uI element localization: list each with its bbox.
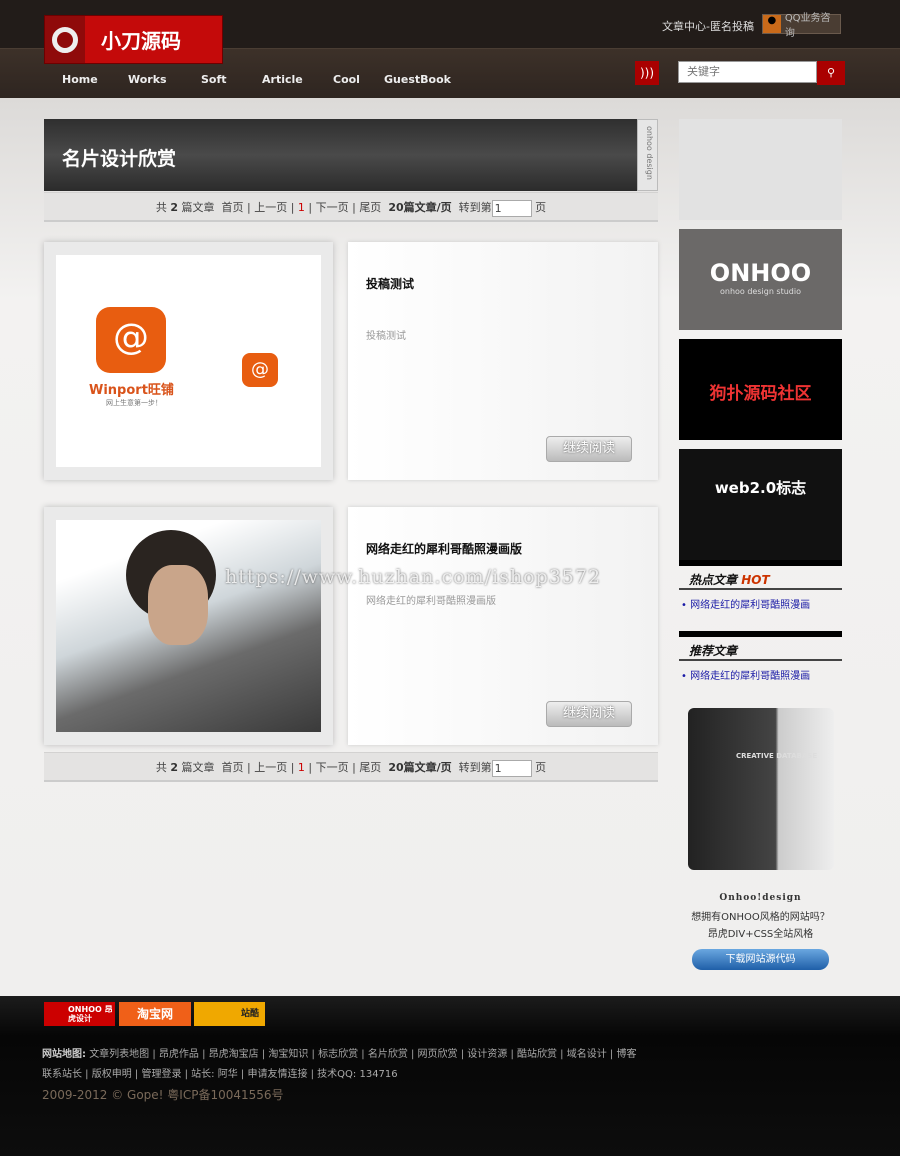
download-source-button[interactable]: 下载网站源代码 <box>692 949 829 970</box>
sidebar-ad-broken-image[interactable] <box>679 119 842 220</box>
qq-penguin-icon: ● <box>763 15 781 33</box>
search-icon: ⚲ <box>826 66 836 79</box>
nav-cool[interactable]: Cool <box>333 73 360 86</box>
recommended-article-link[interactable]: 网络走红的犀利哥酷照漫画 <box>690 671 810 682</box>
article-title[interactable]: 投稿测试 <box>366 275 414 292</box>
prev-page-link[interactable]: 上一页 <box>254 761 287 774</box>
last-page-link[interactable]: 尾页 <box>359 201 381 214</box>
nav-soft[interactable]: Soft <box>201 73 227 86</box>
article-image[interactable]: @ Winport旺铺 网上生意第一步！ @ <box>44 242 333 480</box>
sidebar-ad-gope[interactable]: 狗扑源码社区 <box>679 339 842 440</box>
title-side-label: onhoo design <box>637 119 658 191</box>
winport-logo-icon: @ <box>96 307 166 373</box>
pager-bottom: 共 2 篇文章 首页 | 上一页 | 1 | 下一页 | 尾页 20篇文章/页 … <box>44 752 658 782</box>
qq-consult-button[interactable]: ● QQ业务咨询 <box>762 13 841 39</box>
nav-guestbook[interactable]: GuestBook <box>384 73 451 86</box>
rss-icon[interactable]: ))) <box>635 61 659 85</box>
article-card: 投稿测试 投稿测试 继续阅读 <box>348 242 658 480</box>
read-more-button[interactable]: 继续阅读 <box>546 436 632 462</box>
sitemap-links[interactable]: 网站地图: 文章列表地图 | 昂虎作品 | 昂虎淘宝店 | 淘宝知识 | 标志欣… <box>42 1045 636 1060</box>
sidebar-ad-web20[interactable]: web2.0标志 <box>679 449 842 563</box>
last-page-link[interactable]: 尾页 <box>359 761 381 774</box>
badge-onhoo[interactable]: ONHOO 昂虎设计 <box>44 1002 115 1026</box>
article-title[interactable]: 网络走红的犀利哥酷照漫画版 <box>366 540 522 557</box>
prev-page-link[interactable]: 上一页 <box>254 201 287 214</box>
footer-links[interactable]: 联系站长 | 版权申明 | 管理登录 | 站长: 阿华 | 申请友情连接 | 技… <box>42 1065 398 1080</box>
goto-page-input[interactable]: 1 <box>491 199 532 217</box>
nav-home[interactable]: Home <box>62 73 98 86</box>
nav-article[interactable]: Article <box>262 73 303 86</box>
read-more-button[interactable]: 继续阅读 <box>546 701 632 727</box>
portrait-face <box>148 565 208 645</box>
search-input[interactable] <box>678 61 817 83</box>
sidebar-ad-onhoo[interactable]: ONHOO onhoo design studio <box>679 229 842 330</box>
copyright: 2009-2012 © Gope! 粤ICP备10041556号 <box>42 1088 284 1102</box>
next-page-link[interactable]: 下一页 <box>316 761 349 774</box>
promo-book-image: CREATIVE DATABASE <box>688 708 834 870</box>
logo[interactable]: 小刀源码 <box>44 15 223 64</box>
shield-icon <box>45 16 85 63</box>
pager-top: 共 2 篇文章 首页 | 上一页 | 1 | 下一页 | 尾页 20篇文章/页 … <box>44 192 658 222</box>
badge-zcool[interactable]: 站酷 <box>194 1002 265 1026</box>
next-page-link[interactable]: 下一页 <box>316 201 349 214</box>
goto-page-input[interactable]: 1 <box>491 759 532 777</box>
first-page-link[interactable]: 首页 <box>222 201 244 214</box>
nav-works[interactable]: Works <box>128 73 167 86</box>
hot-articles: 热点文章 HOT • 网络走红的犀利哥酷照漫画 <box>679 560 842 617</box>
search-button[interactable]: ⚲ <box>817 61 845 85</box>
hot-article-link[interactable]: 网络走红的犀利哥酷照漫画 <box>690 600 810 611</box>
watermark: https://www.huzhan.com/ishop3572 <box>225 566 602 588</box>
first-page-link[interactable]: 首页 <box>222 761 244 774</box>
article-card: 网络走红的犀利哥酷照漫画版 网络走红的犀利哥酷照漫画版 继续阅读 <box>348 507 658 745</box>
article-image[interactable] <box>44 507 333 745</box>
submit-article-link[interactable]: 文章中心-匿名投稿 <box>662 18 754 34</box>
winport-small-icon: @ <box>242 353 278 387</box>
recommended-articles: 推荐文章 • 网络走红的犀利哥酷照漫画 <box>679 631 842 688</box>
badge-taobao[interactable]: 淘宝网 <box>119 1002 191 1026</box>
page-title: 名片设计欣赏 <box>44 119 637 191</box>
